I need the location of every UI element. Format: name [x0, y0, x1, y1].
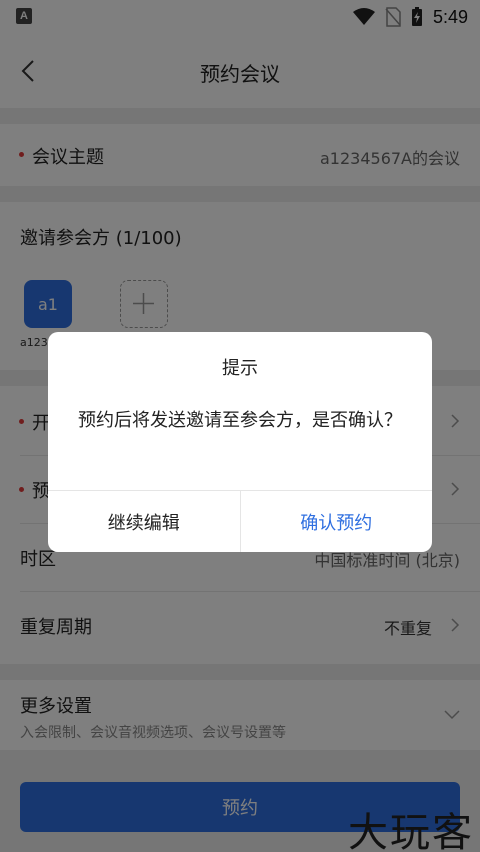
confirm-dialog: 提示 预约后将发送邀请至参会方，是否确认？ 继续编辑 确认预约 [48, 332, 432, 552]
dialog-title: 提示 [222, 358, 258, 379]
watermark: 大玩客 [348, 810, 474, 852]
continue-editing-button[interactable]: 继续编辑 [48, 491, 241, 552]
confirm-schedule-button[interactable]: 确认预约 [241, 491, 433, 552]
dialog-actions: 继续编辑 确认预约 [48, 490, 432, 552]
dialog-message: 预约后将发送邀请至参会方，是否确认？ [78, 410, 402, 431]
